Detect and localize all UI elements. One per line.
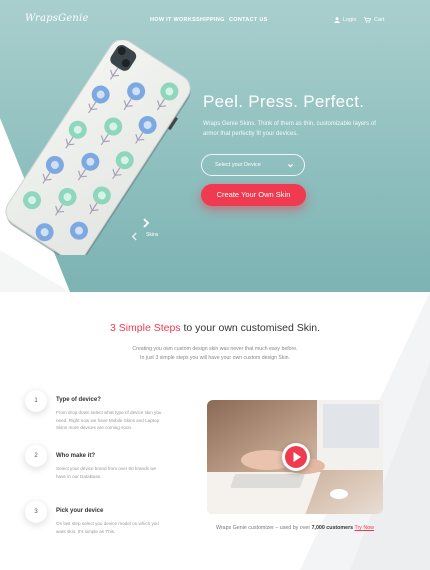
chevron-right-icon[interactable]: [142, 218, 150, 228]
chevron-left-icon[interactable]: [131, 232, 138, 241]
nav-shipping[interactable]: SHIPPING: [196, 17, 225, 23]
hero-subtext: Wraps Genie Skins. Think of them as thin…: [203, 121, 376, 137]
try-now-link[interactable]: Try Now: [354, 525, 374, 531]
cart-link[interactable]: Cart: [364, 17, 384, 23]
login-label: Login: [343, 17, 357, 23]
video-player[interactable]: [207, 400, 383, 514]
step-number-3: 3: [25, 501, 47, 523]
phone-skin-image: [5, 40, 191, 255]
play-icon: [293, 452, 301, 462]
step-text-2: Select your device brand from over 80 br…: [56, 466, 157, 479]
top-nav: WrapsGenie HOW IT WORKS SHIPPING CONTACT…: [0, 0, 430, 40]
step-title-2: Who make it?: [56, 453, 96, 459]
device-select[interactable]: Select your Device: [201, 154, 305, 176]
step-text-3: On last step select you device model on …: [56, 521, 159, 534]
nav-how-it-works[interactable]: HOW IT WORKS: [150, 17, 196, 23]
steps-description: Creating you own custom design skin was …: [0, 345, 430, 363]
video-caption: Wraps Genie customizer – used by over 7,…: [207, 525, 383, 531]
step-title-1: Type of device?: [56, 397, 101, 403]
create-skin-button[interactable]: Create Your Own Skin: [201, 184, 306, 206]
steps-desc-line2: In just 3 simple steps you will have you…: [140, 355, 290, 361]
cart-icon: [364, 17, 371, 23]
brand-logo[interactable]: WrapsGenie: [25, 13, 89, 24]
step-number-2: 2: [25, 445, 47, 467]
step-number-1: 1: [25, 390, 47, 412]
steps-title-accent: 3 Simple Steps: [109, 322, 181, 334]
chevron-down-icon: [288, 164, 293, 168]
hero-section: WrapsGenie HOW IT WORKS SHIPPING CONTACT…: [0, 0, 430, 292]
device-select-label: Select your Device: [215, 162, 261, 168]
caption-count: 7,000 customers: [311, 525, 354, 531]
steps-desc-line1: Creating you own custom design skin was …: [132, 346, 298, 352]
step-text-1: From drop down select what type of devic…: [56, 410, 162, 430]
nav-contact-us[interactable]: CONTACT US: [229, 17, 268, 23]
steps-title-rest: to your own customised Skin.: [180, 322, 321, 334]
steps-title: 3 Simple Steps to your own customised Sk…: [0, 322, 430, 334]
hero-headline: Peel. Press. Perfect.: [203, 92, 365, 111]
play-circle: [285, 446, 307, 468]
login-link[interactable]: Login: [334, 17, 356, 23]
cart-label: Cart: [374, 17, 385, 23]
play-button[interactable]: [282, 443, 310, 471]
carousel-label: Skins: [146, 232, 159, 238]
step-title-3: Pick your device: [56, 508, 104, 514]
user-icon: [334, 17, 340, 23]
caption-text: Wraps Genie customizer – used by over: [215, 525, 312, 531]
